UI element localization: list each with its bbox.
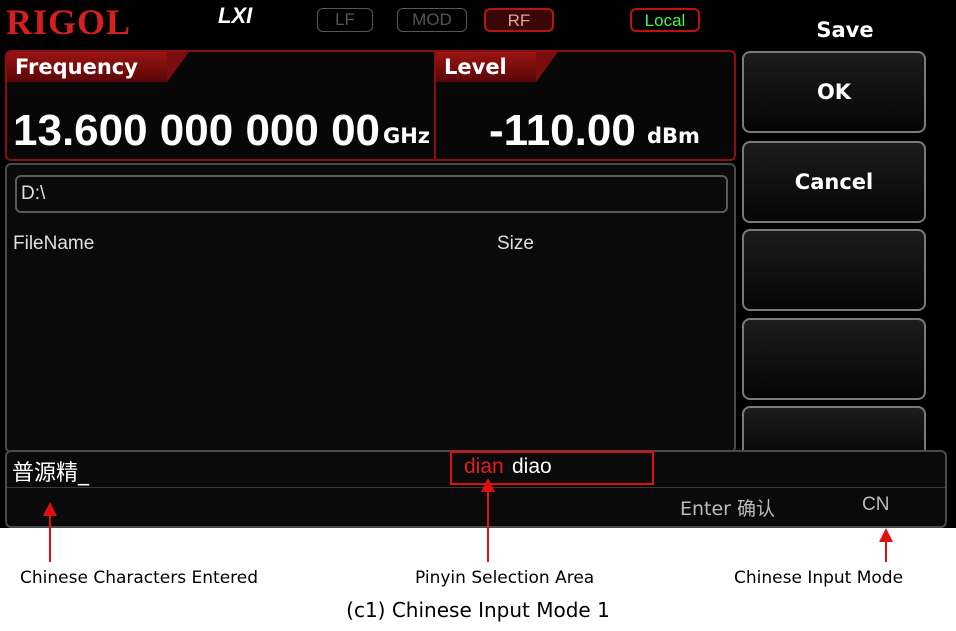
- arrow-line-chars: [49, 514, 51, 562]
- arrow-line-mode: [885, 540, 887, 562]
- pinyin-candidate[interactable]: diao: [512, 455, 552, 479]
- pinyin-candidate-active[interactable]: dian: [464, 455, 504, 479]
- enter-confirm-hint: Enter 确认: [680, 498, 776, 520]
- instrument-screen: RIGOL LXI LF MOD RF Local Frequency Leve…: [0, 0, 956, 528]
- ok-button[interactable]: OK: [742, 51, 926, 133]
- rf-indicator[interactable]: RF: [484, 8, 554, 32]
- entered-characters[interactable]: 普源精_: [12, 455, 89, 487]
- arrow-line-pinyin: [487, 490, 489, 562]
- figure-caption: (c1) Chinese Input Mode 1: [346, 598, 610, 622]
- mod-indicator: MOD: [397, 8, 467, 32]
- frequency-unit: GHz: [383, 124, 431, 148]
- frequency-value[interactable]: 13.600 000 000 00: [13, 106, 380, 156]
- level-value[interactable]: -110.00: [489, 106, 636, 156]
- column-filename[interactable]: FileName: [13, 233, 94, 255]
- chinese-input-bar: 普源精_ dian diao Enter 确认 CN: [5, 450, 947, 528]
- label-chars-entered: Chinese Characters Entered: [20, 568, 259, 588]
- cancel-button[interactable]: Cancel: [742, 141, 926, 223]
- softkey-3-button[interactable]: [742, 229, 926, 311]
- column-size[interactable]: Size: [497, 233, 534, 255]
- lxi-logo: LXI: [218, 3, 253, 28]
- rigol-logo: RIGOL: [6, 2, 132, 42]
- path-field[interactable]: D:\: [15, 175, 728, 213]
- frequency-label: Frequency: [15, 55, 138, 79]
- softkey-menu-title: Save: [816, 18, 874, 42]
- input-mode-indicator: CN: [862, 494, 890, 515]
- local-indicator[interactable]: Local: [630, 8, 700, 32]
- file-browser: D:\ FileName Size: [5, 163, 736, 453]
- label-input-mode: Chinese Input Mode: [734, 568, 904, 588]
- softkey-4-button[interactable]: [742, 318, 926, 400]
- lf-indicator: LF: [317, 8, 373, 32]
- label-pinyin-area: Pinyin Selection Area: [415, 568, 595, 588]
- level-label: Level: [444, 55, 507, 79]
- level-unit: dBm: [647, 124, 700, 148]
- frequency-level-panel: Frequency Level 13.600 000 000 00 GHz -1…: [5, 50, 736, 161]
